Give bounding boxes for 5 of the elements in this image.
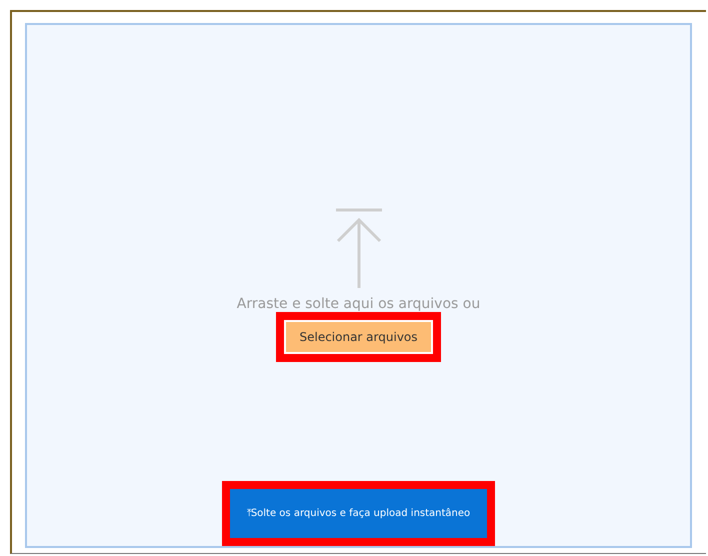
upload-button[interactable]: ⤒Solte os arquivos e faça upload instantâneo (230, 489, 487, 538)
select-files-button[interactable]: Selecionar arquivos (284, 320, 433, 354)
upload-icon (334, 208, 382, 290)
drop-hint: Arraste e solte aqui os arquivos ou (236, 296, 480, 312)
drop-zone[interactable]: Arraste e solte aqui os arquivos ou Selecionar arquivos ⤒Solte os arquivos e faça upload instantâneo (25, 23, 692, 548)
